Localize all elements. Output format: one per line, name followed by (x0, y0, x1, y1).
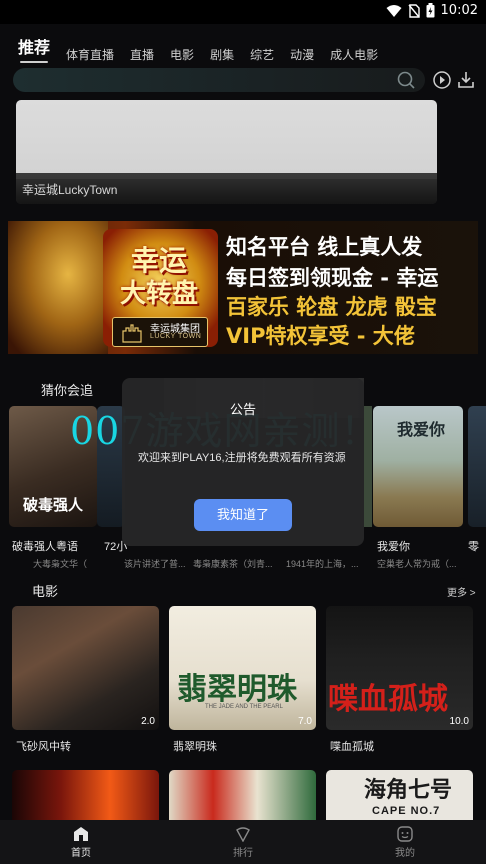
ad-logo-subtext: LUCKY TOWN (150, 333, 202, 340)
tab-adult-movies[interactable]: 成人电影 (330, 46, 378, 63)
tab-variety[interactable]: 综艺 (250, 46, 274, 63)
tab-live[interactable]: 直播 (130, 46, 154, 63)
guess-desc-3: 毒枭康素茶（刘青... (193, 559, 273, 569)
movie-title-2: 翡翠明珠 (173, 741, 217, 753)
guess-title-6: 零 (468, 541, 479, 553)
ranking-icon (236, 826, 250, 842)
movie-title-1: 飞砂风中转 (16, 741, 71, 753)
tab-series[interactable]: 剧集 (210, 46, 234, 63)
home-icon (74, 826, 88, 841)
nav-profile[interactable]: 我的 (335, 825, 475, 859)
nav-profile-label: 我的 (395, 847, 415, 859)
tab-recommend[interactable]: 推荐 (18, 34, 50, 63)
movie-poster-2-subtext: THE JADE AND THE PEARL (205, 704, 283, 710)
movie-poster-2-text: 翡翠明珠 (177, 672, 297, 707)
guess-poster-5-text: 我爱你 (397, 420, 446, 439)
nav-home-label: 首页 (71, 847, 91, 859)
status-time: 10:02 (440, 3, 478, 18)
dialog-title: 公告 (229, 402, 256, 417)
search-icon[interactable] (397, 71, 415, 89)
guess-poster-1-text: 破毒强人 (23, 496, 84, 514)
no-sim-icon (407, 3, 420, 18)
movies-more-link[interactable]: 更多 > (447, 584, 476, 599)
nav-ranking[interactable]: 排行 (173, 826, 313, 859)
status-bar: 10:02 (0, 0, 486, 24)
ad-wheel-title-2: 大转盘 (120, 278, 199, 308)
casino-ad-banner[interactable]: 幸运 大转盘 幸运城集团 LUCKY TOWN 知名平台 线上真人发 每日签到领… (8, 221, 478, 354)
movie-poster-4[interactable] (12, 770, 159, 820)
movie-poster-3-text: 喋血孤城 (328, 682, 448, 717)
announcement-dialog: 公告 欢迎来到PLAY16,注册将免费观看所有资源 我知道了 (122, 378, 364, 546)
ad-line-4: VIP特权享受 - 大佬 (226, 324, 415, 348)
wifi-icon (386, 4, 402, 17)
tab-movies[interactable]: 电影 (170, 46, 194, 63)
movie-score-3: 10.0 (449, 716, 469, 727)
banner-title: 幸运城LuckyTown (22, 183, 118, 197)
tab-sports-live[interactable]: 体育直播 (66, 46, 114, 63)
ad-line-1: 知名平台 线上真人发 (226, 235, 423, 259)
guess-poster-5[interactable]: 我爱你 (373, 406, 463, 527)
guess-desc-5: 空巢老人常为戒（... (377, 559, 457, 569)
nav-home[interactable]: 首页 (11, 826, 151, 859)
download-icon[interactable] (456, 70, 476, 90)
movie-poster-3[interactable]: 喋血孤城 10.0 (326, 606, 473, 730)
guess-desc-1: 大毒枭文华（ (33, 559, 88, 569)
bottom-nav: 首页 排行 我的 (0, 820, 486, 864)
movie-score-1: 2.0 (141, 716, 155, 727)
hero-banner[interactable]: 幸运城LuckyTown (16, 100, 437, 204)
movie-poster-6[interactable]: 海角七号 CAPE NO.7 (326, 770, 473, 820)
tab-anime[interactable]: 动漫 (290, 46, 314, 63)
section-title-movies: 电影 (32, 584, 59, 599)
ad-dragon-image (8, 221, 108, 354)
dialog-body: 欢迎来到PLAY16,注册将免费观看所有资源 (138, 452, 346, 464)
movie-poster-1[interactable]: 2.0 (12, 606, 159, 730)
guess-title-5: 我爱你 (377, 541, 410, 553)
category-tabs: 推荐 体育直播 直播 电影 剧集 综艺 动漫 成人电影 (18, 34, 378, 63)
guess-desc-4: 1941年的上海，... (286, 559, 359, 569)
profile-icon (397, 825, 413, 842)
movie-poster-2[interactable]: 翡翠明珠 THE JADE AND THE PEARL 7.0 (169, 606, 316, 730)
acknowledge-button[interactable]: 我知道了 (194, 499, 292, 531)
battery-icon (426, 3, 435, 18)
movie-score-2: 7.0 (298, 716, 312, 727)
guess-title-1: 破毒强人粤语 (12, 541, 78, 553)
movie-poster-6-text: 海角七号 (364, 777, 453, 803)
ad-line-3: 百家乐 轮盘 龙虎 骰宝 (226, 295, 437, 319)
section-title-guess: 猜你会追 (41, 383, 94, 398)
search-input[interactable] (13, 68, 425, 92)
movie-poster-6-subtext: CAPE NO.7 (372, 805, 441, 817)
history-icon[interactable] (432, 70, 452, 90)
guess-poster-6[interactable] (468, 406, 486, 527)
ad-line-2: 每日签到领现金 - 幸运 (226, 266, 439, 290)
movie-poster-5[interactable] (169, 770, 316, 820)
castle-icon (122, 324, 142, 343)
status-icons: 10:02 (386, 3, 478, 18)
movie-title-3: 喋血孤城 (330, 741, 374, 753)
nav-ranking-label: 排行 (233, 847, 253, 859)
guess-desc-2: 该片讲述了普... (124, 559, 186, 569)
